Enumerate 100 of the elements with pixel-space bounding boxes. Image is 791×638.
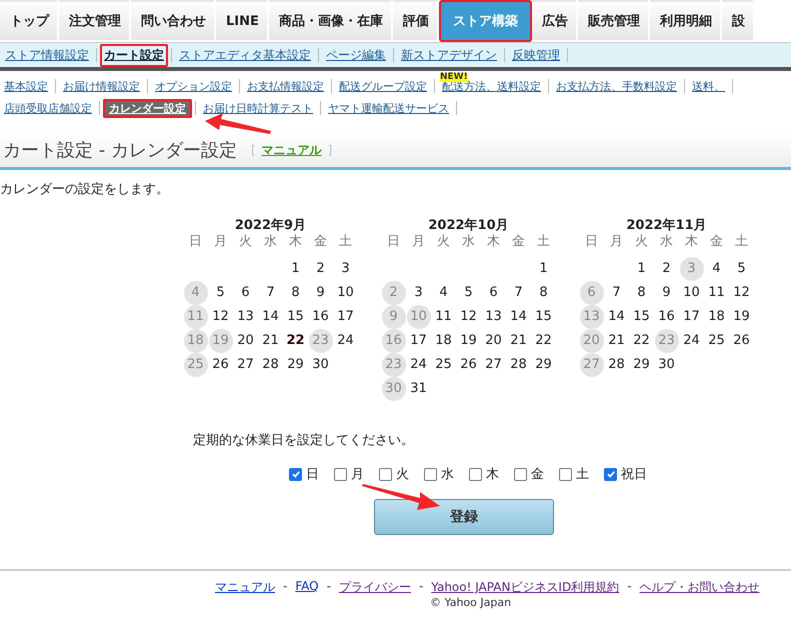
sub-tab[interactable]: カート設定	[100, 44, 168, 66]
main-tab[interactable]: トップ	[0, 0, 59, 42]
calendar-day[interactable]: 29	[532, 353, 556, 377]
sub-tab[interactable]: 反映管理	[508, 44, 564, 66]
footer-link[interactable]: マニュアル	[215, 579, 275, 596]
calendar-day[interactable]: 26	[730, 329, 754, 353]
sub-tab[interactable]: 新ストアデザイン	[397, 44, 501, 66]
calendar-day[interactable]: 12	[730, 281, 754, 305]
calendar-day[interactable]: 27	[234, 353, 258, 377]
sub-tab[interactable]: ストアエディタ基本設定	[175, 44, 315, 66]
checkbox[interactable]	[289, 468, 302, 480]
footer-link[interactable]: FAQ	[295, 579, 319, 596]
calendar-day[interactable]: 2	[308, 257, 332, 281]
calendar-day[interactable]: 8	[284, 281, 308, 305]
calendar-day[interactable]: 27	[482, 353, 506, 377]
calendar-day[interactable]: 19	[456, 329, 480, 353]
calendar-day[interactable]: 14	[506, 305, 530, 329]
calendar-day[interactable]: 8	[532, 281, 556, 305]
main-tab[interactable]: LINE	[216, 0, 269, 42]
calendar-day[interactable]: 12	[208, 305, 232, 329]
menu-link[interactable]: 送料、	[688, 76, 729, 96]
calendar-day[interactable]: 6	[234, 281, 258, 305]
calendar-day[interactable]: 30	[654, 353, 678, 377]
calendar-day[interactable]: 24	[680, 329, 704, 353]
footer-link[interactable]: ヘルプ・お問い合わせ	[640, 579, 760, 596]
calendar-day[interactable]: 14	[604, 305, 628, 329]
calendar-day[interactable]: 6	[482, 281, 506, 305]
menu-link[interactable]: お支払情報設定	[243, 76, 328, 96]
calendar-day[interactable]: 17	[406, 329, 430, 353]
calendar-day[interactable]: 7	[258, 281, 282, 305]
register-button[interactable]: 登録	[374, 499, 554, 535]
checkbox[interactable]	[604, 468, 617, 480]
calendar-day[interactable]: 30	[308, 353, 332, 377]
calendar-day[interactable]: 28	[506, 353, 530, 377]
calendar-day[interactable]: 5	[730, 257, 754, 281]
calendar-day[interactable]: 22	[630, 329, 654, 353]
calendar-day[interactable]: 13	[234, 305, 258, 329]
calendar-day[interactable]: 18	[704, 305, 728, 329]
main-tab[interactable]: 注文管理	[59, 0, 131, 42]
calendar-day[interactable]: 13	[482, 305, 506, 329]
calendar-day[interactable]: 7	[506, 281, 530, 305]
main-tab[interactable]: 評価	[392, 0, 439, 42]
calendar-day[interactable]: 15	[532, 305, 556, 329]
calendar-day[interactable]: 9	[308, 281, 332, 305]
checkbox[interactable]	[424, 468, 437, 480]
menu-link[interactable]: 店頭受取店舗設定	[0, 98, 96, 118]
main-tab[interactable]: 販売管理	[578, 0, 650, 42]
checkbox[interactable]	[469, 468, 482, 480]
main-tab[interactable]: 設	[722, 0, 755, 42]
calendar-day[interactable]: 7	[604, 281, 628, 305]
calendar-day[interactable]: 25	[432, 353, 456, 377]
menu-link[interactable]: お届け日時計算テスト	[199, 98, 317, 118]
calendar-day[interactable]: 14	[258, 305, 282, 329]
checkbox[interactable]	[334, 468, 347, 480]
calendar-day[interactable]: 8	[630, 281, 654, 305]
checkbox[interactable]	[379, 468, 392, 480]
main-tab[interactable]: 商品・画像・在庫	[268, 0, 393, 42]
menu-link[interactable]: ヤマト運輸配送サービス	[324, 98, 453, 118]
calendar-day[interactable]: 18	[432, 329, 456, 353]
calendar-day[interactable]: 3	[406, 281, 430, 305]
calendar-day[interactable]: 15	[284, 305, 308, 329]
main-tab[interactable]: 利用明細	[650, 0, 722, 42]
calendar-day[interactable]: 21	[506, 329, 530, 353]
calendar-day[interactable]: 11	[704, 281, 728, 305]
calendar-day[interactable]: 20	[234, 329, 258, 353]
calendar-day[interactable]: 1	[532, 257, 556, 281]
menu-link[interactable]: お支払方法、手数料設定	[552, 76, 681, 96]
calendar-day[interactable]: 29	[630, 353, 654, 377]
calendar-day[interactable]: 21	[258, 329, 282, 353]
calendar-day[interactable]: 24	[406, 353, 430, 377]
calendar-day[interactable]: 26	[456, 353, 480, 377]
calendar-day[interactable]: 19	[730, 305, 754, 329]
calendar-day[interactable]: 22	[532, 329, 556, 353]
calendar-day[interactable]: 10	[334, 281, 358, 305]
footer-link[interactable]: プライバシー	[338, 579, 411, 596]
footer-link[interactable]: Yahoo! JAPANビジネスID利用規約	[431, 579, 620, 596]
menu-link[interactable]: カレンダー設定	[103, 98, 192, 118]
calendar-day[interactable]: 15	[630, 305, 654, 329]
calendar-day[interactable]: 11	[432, 305, 456, 329]
calendar-day[interactable]: 12	[456, 305, 480, 329]
calendar-day[interactable]: 28	[604, 353, 628, 377]
main-tab[interactable]: 問い合わせ	[131, 0, 216, 42]
calendar-day[interactable]: 26	[208, 353, 232, 377]
calendar-day[interactable]: 22	[284, 329, 308, 353]
checkbox[interactable]	[559, 468, 572, 480]
calendar-day[interactable]: 24	[334, 329, 358, 353]
menu-link[interactable]: 配送グループ設定	[335, 76, 431, 96]
calendar-day[interactable]: 17	[680, 305, 704, 329]
calendar-day[interactable]: 4	[432, 281, 456, 305]
calendar-day[interactable]: 28	[258, 353, 282, 377]
calendar-day[interactable]: 9	[654, 281, 678, 305]
menu-link[interactable]: オプション設定	[151, 76, 236, 96]
calendar-day[interactable]: 3	[334, 257, 358, 281]
calendar-day[interactable]: 31	[406, 377, 430, 401]
calendar-day[interactable]: 20	[482, 329, 506, 353]
calendar-day[interactable]: 2	[654, 257, 678, 281]
calendar-day[interactable]: 5	[208, 281, 232, 305]
menu-link[interactable]: 基本設定	[0, 76, 52, 96]
calendar-day[interactable]: 1	[284, 257, 308, 281]
sub-tab[interactable]: ストア情報設定	[1, 44, 93, 66]
